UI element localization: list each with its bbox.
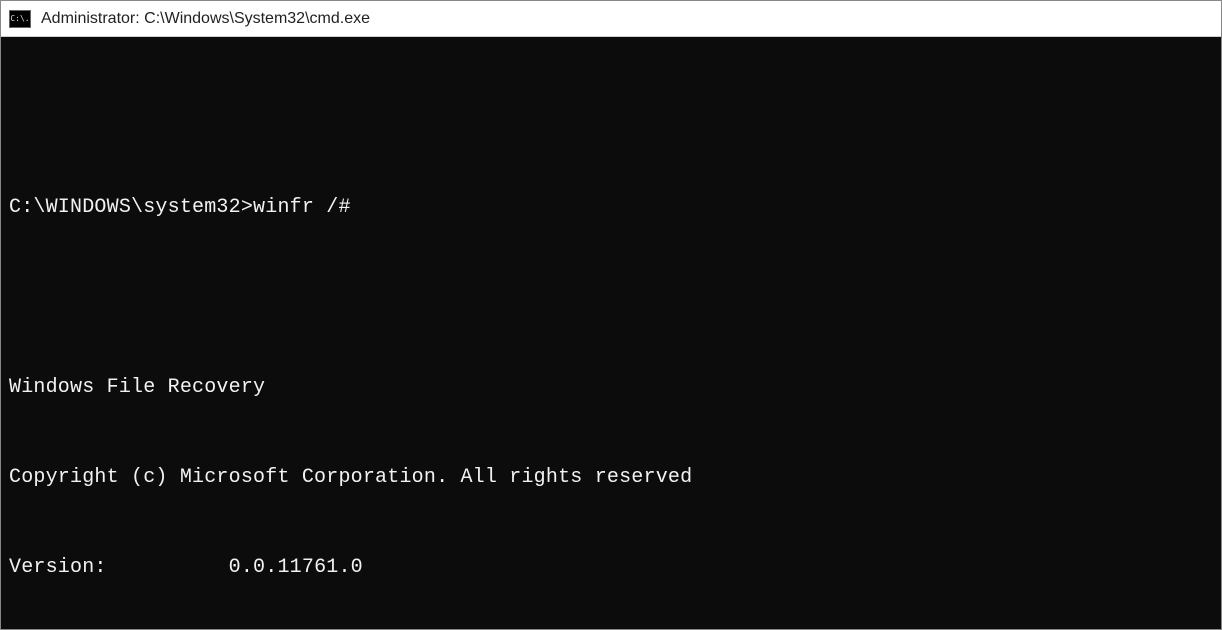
window-title: Administrator: C:\Windows\System32\cmd.e…	[41, 10, 370, 28]
cmd-icon-glyph: C:\.	[10, 15, 29, 23]
prompt: C:\WINDOWS\system32>	[9, 196, 253, 219]
blank-line	[9, 283, 1213, 313]
terminal-area[interactable]: C:\WINDOWS\system32>winfr /# Windows Fil…	[1, 37, 1221, 629]
version-label: Version:	[9, 556, 107, 579]
blank-line	[9, 103, 1213, 133]
prompt-line: C:\WINDOWS\system32>winfr /#	[9, 193, 1213, 223]
window-titlebar: C:\. Administrator: C:\Windows\System32\…	[1, 1, 1221, 37]
version-value: 0.0.11761.0	[229, 556, 363, 579]
command-text: winfr /#	[253, 196, 351, 219]
version-spacer	[107, 556, 229, 579]
cmd-icon: C:\.	[9, 10, 31, 28]
version-line: Version: 0.0.11761.0	[9, 553, 1213, 583]
app-name: Windows File Recovery	[9, 373, 1213, 403]
copyright-line: Copyright (c) Microsoft Corporation. All…	[9, 463, 1213, 493]
